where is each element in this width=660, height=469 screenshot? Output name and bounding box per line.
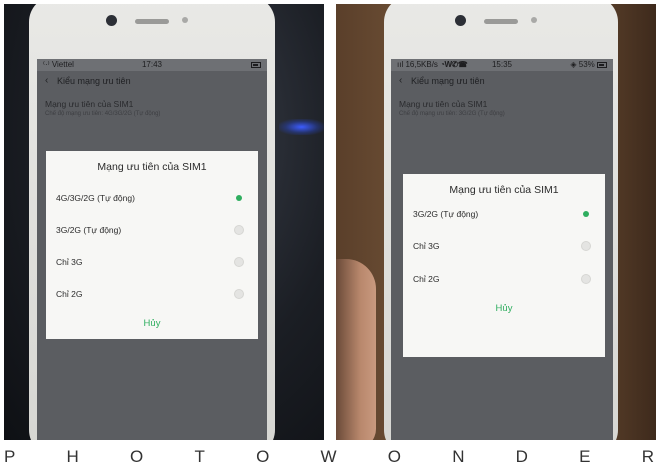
watermark-letter: D <box>515 447 528 466</box>
radio-selected-icon[interactable] <box>234 193 244 203</box>
setting-title: Mạng ưu tiên của SIM1 <box>399 99 488 109</box>
battery-icon <box>251 59 261 71</box>
screen-right: ııl 16,5KB/s ◔W✆☎ 15:35 ◈ 53% ‹ Kiểu mạn… <box>391 59 613 440</box>
back-arrow-icon[interactable]: ‹ <box>399 71 402 91</box>
preferred-network-setting[interactable]: Mạng ưu tiên của SIM1 Chế độ mạng ưu tiê… <box>399 99 605 117</box>
page-title: Kiểu mạng ưu tiên <box>411 76 485 86</box>
watermark-letter: O <box>387 447 401 466</box>
watermark-letter: O <box>130 447 144 466</box>
network-speed: ııl 16,5KB/s ◔W✆☎ <box>397 60 468 69</box>
battery-indicator: ◈ 53% <box>570 59 607 71</box>
signal-icon: ⁽·⁾ <box>43 60 52 69</box>
option-3g-only[interactable]: Chỉ 3G <box>56 252 248 272</box>
dialog-title: Mạng ưu tiên của SIM1 <box>97 161 207 173</box>
radio-icon[interactable] <box>234 225 244 235</box>
thumb <box>336 259 376 440</box>
back-arrow-icon[interactable]: ‹ <box>45 71 48 91</box>
status-bar: ııl 16,5KB/s ◔W✆☎ 15:35 ◈ 53% <box>391 59 613 71</box>
watermark-letter: P <box>4 447 16 466</box>
setting-title: Mạng ưu tiên của SIM1 <box>45 99 134 109</box>
screen-left: ⁽·⁾ Viettel 17:43 ‹ Kiểu mạng ưu tiên Mạ… <box>37 59 267 440</box>
option-3g-only[interactable]: Chỉ 3G <box>413 236 595 256</box>
notification-icons: ◔W✆☎ <box>440 60 468 69</box>
option-2g-only[interactable]: Chỉ 2G <box>413 269 595 289</box>
preferred-network-setting[interactable]: Mạng ưu tiên của SIM1 Chế độ mạng ưu tiê… <box>45 99 259 117</box>
option-2g-only[interactable]: Chỉ 2G <box>56 284 248 304</box>
radio-icon[interactable] <box>234 257 244 267</box>
battery-icon <box>597 61 607 68</box>
watermark-letter: H <box>66 447 79 466</box>
watermark-letter: R <box>641 447 654 466</box>
earpiece <box>484 19 518 24</box>
front-camera-icon <box>455 15 466 26</box>
clock: 17:43 <box>141 60 163 69</box>
watermark-letter: T <box>194 447 205 466</box>
setting-summary: Chế độ mạng ưu tiên: 4G/3G/2G (Tự động) <box>45 111 161 117</box>
watermark-letter: E <box>579 447 591 466</box>
radio-selected-icon[interactable] <box>581 209 591 219</box>
watermark-letter: W <box>320 447 337 466</box>
page-title: Kiểu mạng ưu tiên <box>57 76 131 86</box>
front-camera-icon <box>106 15 117 26</box>
status-bar: ⁽·⁾ Viettel 17:43 <box>37 59 267 71</box>
cancel-button[interactable]: Hủy <box>46 316 258 332</box>
proximity-sensor <box>182 17 188 23</box>
phone-left: ⁽·⁾ Viettel 17:43 ‹ Kiểu mạng ưu tiên Mạ… <box>29 4 275 440</box>
right-photo: ııl 16,5KB/s ◔W✆☎ 15:35 ◈ 53% ‹ Kiểu mạn… <box>336 4 656 440</box>
app-header: ‹ Kiểu mạng ưu tiên <box>391 71 613 91</box>
eye-icon: ◈ <box>570 60 579 69</box>
radio-icon[interactable] <box>581 274 591 284</box>
radio-icon[interactable] <box>581 241 591 251</box>
network-mode-dialog: Mạng ưu tiên của SIM1 4G/3G/2G (Tự động)… <box>46 151 258 339</box>
carrier-label: ⁽·⁾ Viettel <box>43 60 74 69</box>
option-4g-3g-2g[interactable]: 4G/3G/2G (Tự động) <box>56 188 248 208</box>
option-3g-2g[interactable]: 3G/2G (Tự động) <box>56 220 248 240</box>
setting-summary: Chế độ mạng ưu tiên: 3G/2G (Tự động) <box>399 111 505 117</box>
phone-right: ııl 16,5KB/s ◔W✆☎ 15:35 ◈ 53% ‹ Kiểu mạn… <box>384 4 618 440</box>
blue-light-glow <box>279 119 324 135</box>
watermark-letter: O <box>256 447 270 466</box>
dialog-title: Mạng ưu tiên của SIM1 <box>449 184 559 196</box>
earpiece <box>135 19 169 24</box>
network-mode-dialog: Mạng ưu tiên của SIM1 3G/2G (Tự động) Ch… <box>403 174 605 357</box>
watermark: P H O T O W O N D E R <box>0 446 660 468</box>
clock: 15:35 <box>491 60 513 69</box>
radio-icon[interactable] <box>234 289 244 299</box>
watermark-letter: N <box>452 447 465 466</box>
app-header: ‹ Kiểu mạng ưu tiên <box>37 71 267 91</box>
cancel-button[interactable]: Hủy <box>403 301 605 317</box>
proximity-sensor <box>531 17 537 23</box>
left-photo: ⁽·⁾ Viettel 17:43 ‹ Kiểu mạng ưu tiên Mạ… <box>4 4 324 440</box>
option-3g-2g[interactable]: 3G/2G (Tự động) <box>413 204 595 224</box>
